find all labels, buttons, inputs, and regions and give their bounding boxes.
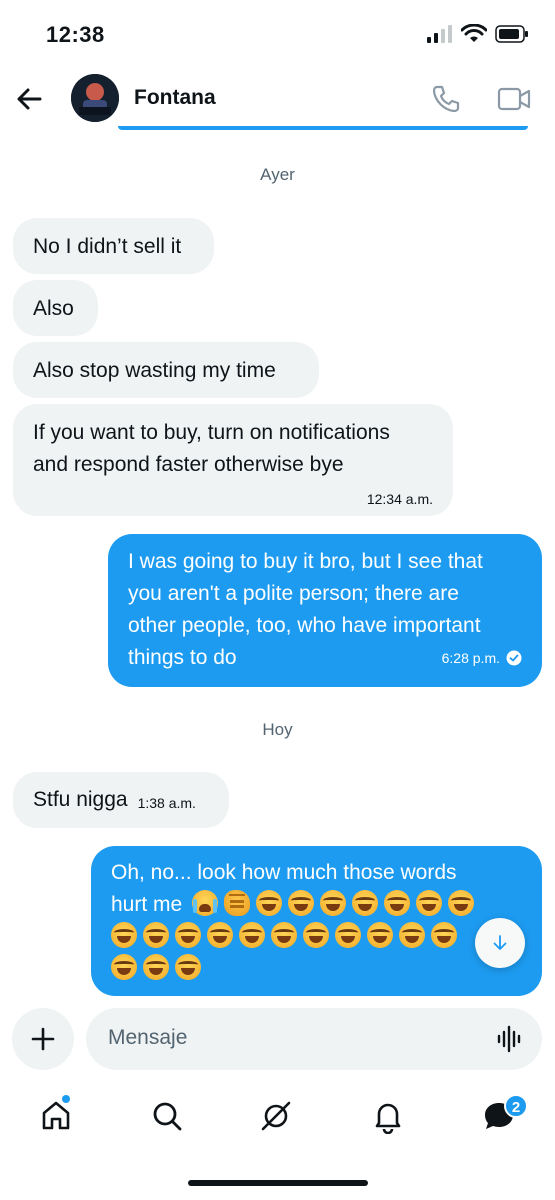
arrow-down-icon xyxy=(493,935,507,950)
bottom-navigation xyxy=(0,1090,555,1150)
message-text-line: I was going to buy it bro, but I see tha… xyxy=(128,550,483,573)
message-bubble-incoming[interactable]: Also xyxy=(13,280,98,336)
read-check-icon xyxy=(506,650,522,666)
bell-icon xyxy=(375,1103,401,1135)
contact-name[interactable]: Fontana xyxy=(134,86,216,110)
message-timestamp: 6:28 p.m. xyxy=(441,650,500,666)
message-timestamp: 1:38 a.m. xyxy=(137,795,196,811)
message-bubble-outgoing[interactable]: I was going to buy it bro, but I see tha… xyxy=(108,534,542,687)
home-icon xyxy=(42,1101,70,1130)
message-text-line: and respond faster otherwise bye xyxy=(33,453,344,476)
waveform-icon xyxy=(497,1025,521,1053)
face-with-tears-of-joy-icon xyxy=(111,922,137,948)
message-text-line: If you want to buy, turn on notification… xyxy=(33,421,390,444)
face-with-tears-of-joy-icon xyxy=(399,922,425,948)
message-emoji-line: hurt me xyxy=(111,889,526,921)
arrow-left-icon xyxy=(17,88,42,110)
plus-icon xyxy=(31,1027,55,1051)
nav-grok[interactable] xyxy=(258,1098,294,1134)
avatar[interactable] xyxy=(71,74,119,122)
home-indicator xyxy=(188,1180,368,1186)
face-with-tears-of-joy-icon xyxy=(416,890,443,916)
home-unread-dot xyxy=(62,1095,70,1103)
face-with-tears-of-joy-icon xyxy=(352,890,379,916)
message-text-line: Oh, no... look how much those words xyxy=(111,861,457,884)
voice-message-button[interactable] xyxy=(496,1025,524,1053)
face-with-tears-of-joy-icon xyxy=(207,922,233,948)
message-timestamp-row: 6:28 p.m. xyxy=(442,642,522,674)
message-text-line: you aren't a polite person; there are xyxy=(128,582,459,605)
cellular-signal-icon xyxy=(427,25,452,43)
message-text-line: hurt me xyxy=(111,893,183,916)
nav-home[interactable] xyxy=(38,1098,74,1134)
message-text-line: other people, too, who have important xyxy=(128,614,481,637)
grok-icon xyxy=(261,1101,291,1131)
search-icon xyxy=(153,1102,182,1131)
status-bar: 12:38 xyxy=(0,0,555,70)
message-bubble-incoming[interactable]: Also stop wasting my time xyxy=(13,342,319,398)
status-time: 12:38 xyxy=(46,22,105,47)
message-bubble-incoming[interactable]: No I didn’t sell it xyxy=(13,218,214,274)
message-input[interactable]: Mensaje xyxy=(86,1008,542,1070)
header-progress-strip xyxy=(118,126,528,130)
face-with-tears-of-joy-icon xyxy=(335,922,361,948)
face-with-tears-of-joy-icon xyxy=(256,890,283,916)
face-with-tears-of-joy-icon xyxy=(271,922,297,948)
message-text-line: things to do xyxy=(128,646,237,669)
face-with-tears-of-joy-icon xyxy=(175,922,201,948)
message-emoji-line xyxy=(111,921,526,953)
message-text: Stfu nigga xyxy=(33,788,128,811)
face-with-tears-of-joy-icon xyxy=(303,922,329,948)
back-button[interactable] xyxy=(14,84,44,114)
video-call-button[interactable] xyxy=(497,84,531,114)
message-bubble-incoming[interactable]: If you want to buy, turn on notification… xyxy=(13,404,453,516)
add-attachment-button[interactable] xyxy=(12,1008,74,1070)
messages-badge: 2 xyxy=(504,1094,528,1118)
message-text: Also stop wasting my time xyxy=(33,359,276,382)
face-with-tears-of-joy-icon xyxy=(384,890,411,916)
conversation-header: Fontana xyxy=(0,70,555,130)
face-with-tears-of-joy-icon xyxy=(175,954,201,980)
face-with-tears-of-joy-icon xyxy=(239,922,265,948)
face-with-tears-of-joy-icon xyxy=(143,954,169,980)
face-with-tears-of-joy-icon xyxy=(367,922,393,948)
date-separator: Hoy xyxy=(262,720,293,739)
status-icons xyxy=(427,24,529,44)
face-with-tears-of-joy-icon xyxy=(111,954,137,980)
loudly-crying-face-icon xyxy=(192,890,219,916)
face-with-tears-of-joy-icon xyxy=(288,890,315,916)
message-timestamp: 12:34 a.m. xyxy=(366,491,433,507)
scroll-to-bottom-button[interactable] xyxy=(475,918,525,968)
message-bubble-incoming[interactable]: Stfu nigga 1:38 a.m. xyxy=(13,772,229,828)
message-emoji-line xyxy=(111,953,526,985)
face-with-tears-of-joy-icon xyxy=(448,890,475,916)
battery-icon xyxy=(495,25,528,43)
avatar-image xyxy=(71,74,119,122)
message-text: No I didn’t sell it xyxy=(33,235,182,258)
nav-notifications[interactable] xyxy=(370,1098,406,1135)
call-button[interactable] xyxy=(430,83,462,115)
oncoming-fist-icon xyxy=(224,890,251,916)
wifi-icon xyxy=(461,24,487,42)
message-bubble-outgoing[interactable]: Oh, no... look how much those words hurt… xyxy=(91,846,542,996)
face-with-tears-of-joy-icon xyxy=(431,922,457,948)
video-camera-icon xyxy=(497,87,531,111)
date-separator: Ayer xyxy=(260,165,295,184)
face-with-tears-of-joy-icon xyxy=(143,922,169,948)
phone-icon xyxy=(432,85,460,113)
nav-search[interactable] xyxy=(149,1098,185,1134)
message-input-placeholder: Mensaje xyxy=(108,1026,188,1049)
message-text: Also xyxy=(33,297,74,320)
face-with-tears-of-joy-icon xyxy=(320,890,347,916)
